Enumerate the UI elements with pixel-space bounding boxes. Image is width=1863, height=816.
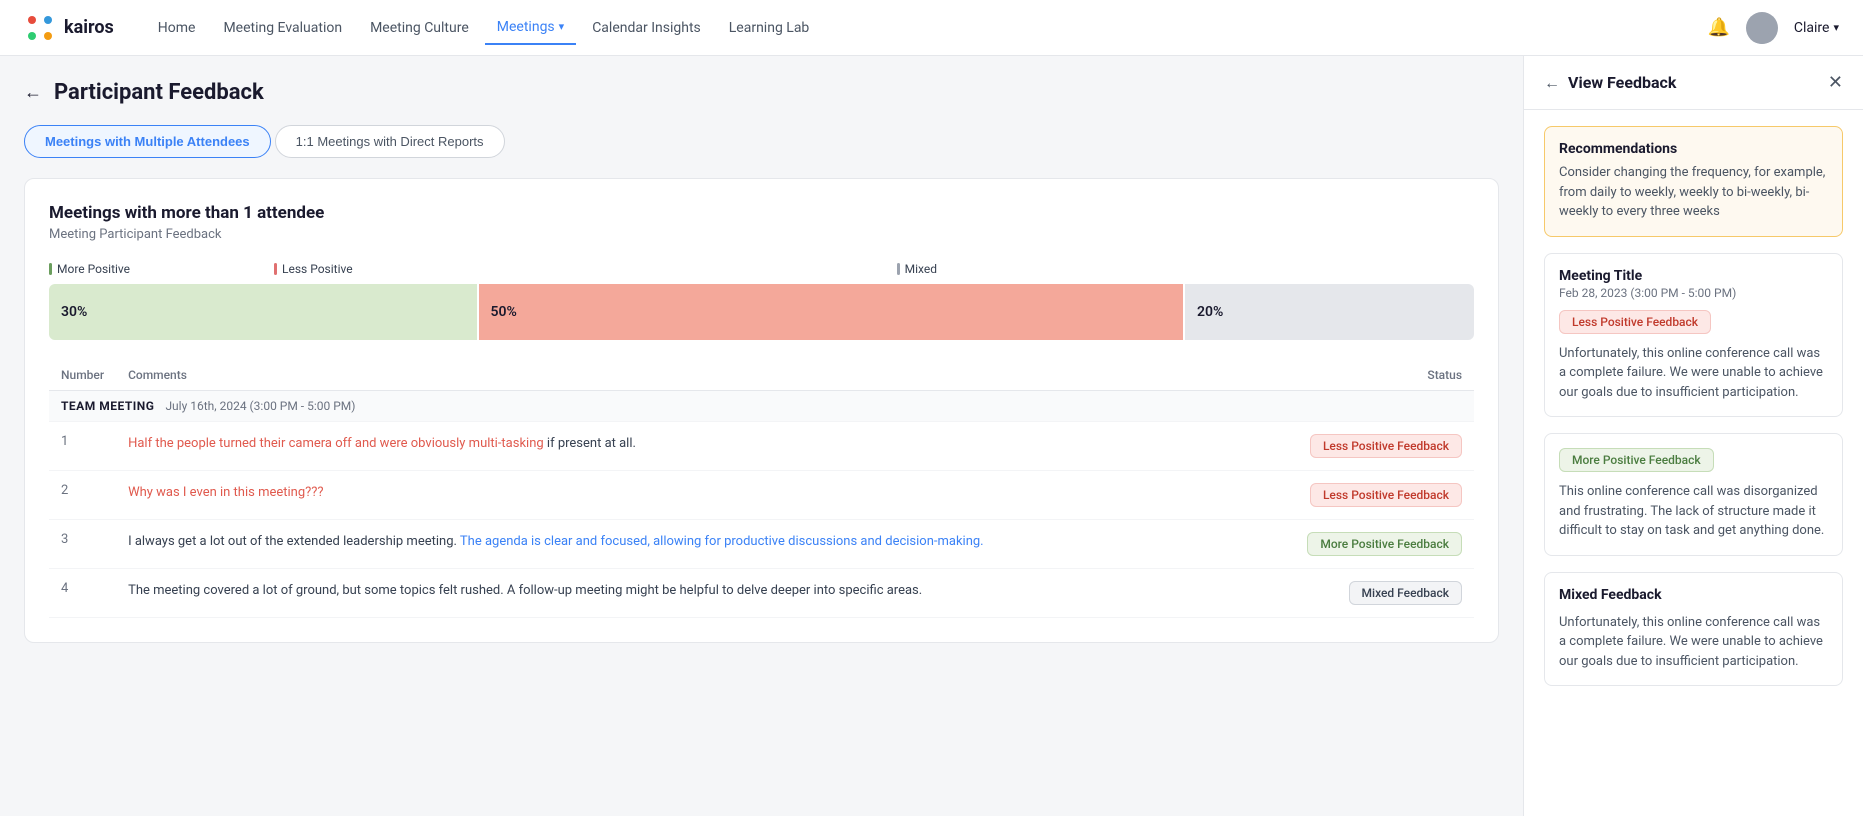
more-positive-indicator — [49, 263, 52, 275]
less-positive-indicator — [274, 263, 277, 275]
table-row: 4 The meeting covered a lot of ground, b… — [49, 569, 1474, 618]
page-header: ← Participant Feedback — [24, 80, 1499, 105]
row-1-status: Less Positive Feedback — [1274, 422, 1474, 471]
panel-body: Recommendations Consider changing the fr… — [1524, 110, 1863, 702]
bar-mixed: 20% — [1185, 284, 1474, 340]
sidebar-panel: ← View Feedback ✕ Recommendations Consid… — [1523, 56, 1863, 816]
feedback-item-2-text: This online conference call was disorgan… — [1559, 482, 1828, 541]
feedback-item-1-date: Feb 28, 2023 (3:00 PM - 5:00 PM) — [1559, 286, 1828, 300]
feedback-item-1-title: Meeting Title — [1559, 268, 1828, 284]
feedback-item-1-text: Unfortunately, this online conference ca… — [1559, 344, 1828, 403]
badge-more-positive: More Positive Feedback — [1307, 532, 1462, 556]
nav-learning-lab[interactable]: Learning Lab — [717, 12, 822, 44]
row-4-comment: The meeting covered a lot of ground, but… — [116, 569, 1274, 618]
row-2-status: Less Positive Feedback — [1274, 471, 1474, 520]
card-title: Meetings with more than 1 attendee — [49, 203, 1474, 223]
sidebar-badge-less-positive-1: Less Positive Feedback — [1559, 310, 1711, 334]
row-3-status: More Positive Feedback — [1274, 520, 1474, 569]
page-title: Participant Feedback — [54, 80, 264, 105]
avatar-image — [1746, 12, 1778, 44]
nav-right: 🔔 Claire ▾ — [1707, 12, 1839, 44]
notifications-bell-icon[interactable]: 🔔 — [1707, 17, 1729, 38]
row-1-highlight: Half the people turned their camera off … — [128, 436, 544, 451]
row-2-highlight: Why was I even in this meeting??? — [128, 485, 324, 500]
bar-chart: 30% 50% 20% — [49, 284, 1474, 340]
col-number: Number — [49, 360, 116, 391]
feedback-item-1: Meeting Title Feb 28, 2023 (3:00 PM - 5:… — [1544, 253, 1843, 418]
avatar — [1746, 12, 1778, 44]
chart-labels-row: More Positive Less Positive Mixed — [49, 262, 1474, 276]
table-body: TEAM MEETING July 16th, 2024 (3:00 PM - … — [49, 391, 1474, 618]
feedback-item-3-title: Mixed Feedback — [1559, 587, 1828, 603]
feedback-item-2: More Positive Feedback This online confe… — [1544, 433, 1843, 556]
panel-back-button[interactable]: ← — [1544, 73, 1560, 93]
main-content: ← Participant Feedback Meetings with Mul… — [0, 56, 1523, 816]
back-button[interactable]: ← — [24, 82, 42, 103]
top-navigation: kairos Home Meeting Evaluation Meeting C… — [0, 0, 1863, 56]
table-row: 1 Half the people turned their camera of… — [49, 422, 1474, 471]
chart-label-less-positive: Less Positive — [274, 262, 353, 276]
page-wrapper: ← Participant Feedback Meetings with Mul… — [0, 56, 1863, 816]
user-menu-chevron: ▾ — [1833, 21, 1839, 34]
user-menu[interactable]: Claire ▾ — [1794, 20, 1839, 36]
tab-direct-reports[interactable]: 1:1 Meetings with Direct Reports — [275, 125, 505, 158]
feedback-item-3-text: Unfortunately, this online conference ca… — [1559, 613, 1828, 672]
logo-text: kairos — [64, 17, 114, 38]
table-row: 2 Why was I even in this meeting??? Less… — [49, 471, 1474, 520]
row-2-comment: Why was I even in this meeting??? — [116, 471, 1274, 520]
bar-less-positive: 50% — [479, 284, 1184, 340]
bar-more-positive: 30% — [49, 284, 477, 340]
meeting-group-cell: TEAM MEETING July 16th, 2024 (3:00 PM - … — [49, 391, 1474, 422]
card-subtitle: Meeting Participant Feedback — [49, 227, 1474, 242]
badge-less-positive: Less Positive Feedback — [1310, 434, 1462, 458]
table-header: Number Comments Status — [49, 360, 1474, 391]
row-3-number: 3 — [49, 520, 116, 569]
nav-links: Home Meeting Evaluation Meeting Culture … — [146, 11, 1676, 45]
feedback-table: Number Comments Status TEAM MEETING July… — [49, 360, 1474, 618]
feedback-item-3: Mixed Feedback Mixed Feedback Unfortunat… — [1544, 572, 1843, 687]
row-3-comment: I always get a lot out of the extended l… — [116, 520, 1274, 569]
row-4-status: Mixed Feedback — [1274, 569, 1474, 618]
chart-label-more-positive: More Positive — [49, 262, 130, 276]
mixed-indicator — [897, 263, 900, 275]
panel-close-button[interactable]: ✕ — [1828, 72, 1843, 93]
tab-row: Meetings with Multiple Attendees 1:1 Mee… — [24, 125, 1499, 158]
nav-meetings[interactable]: Meetings ▾ — [485, 11, 576, 45]
row-1-comment: Half the people turned their camera off … — [116, 422, 1274, 471]
row-2-number: 2 — [49, 471, 116, 520]
badge-mixed: Mixed Feedback — [1349, 581, 1462, 605]
meeting-group-row: TEAM MEETING July 16th, 2024 (3:00 PM - … — [49, 391, 1474, 422]
panel-header: ← View Feedback ✕ — [1524, 56, 1863, 110]
logo[interactable]: kairos — [24, 12, 114, 44]
nav-home[interactable]: Home — [146, 12, 208, 44]
row-3-highlight: The agenda is clear and focused, allowin… — [460, 534, 984, 549]
chart-label-mixed: Mixed — [897, 262, 937, 276]
main-card: Meetings with more than 1 attendee Meeti… — [24, 178, 1499, 643]
recommendations-card: Recommendations Consider changing the fr… — [1544, 126, 1843, 237]
rec-title: Recommendations — [1559, 141, 1828, 157]
badge-less-positive: Less Positive Feedback — [1310, 483, 1462, 507]
nav-meeting-culture[interactable]: Meeting Culture — [358, 12, 481, 44]
meetings-dropdown-chevron: ▾ — [559, 20, 565, 33]
row-1-number: 1 — [49, 422, 116, 471]
kairos-logo-icon — [24, 12, 56, 44]
nav-calendar-insights[interactable]: Calendar Insights — [580, 12, 713, 44]
tab-multiple-attendees[interactable]: Meetings with Multiple Attendees — [24, 125, 271, 158]
table-row: 3 I always get a lot out of the extended… — [49, 520, 1474, 569]
row-4-number: 4 — [49, 569, 116, 618]
panel-title: ← View Feedback — [1544, 73, 1676, 93]
sidebar-badge-more-positive: More Positive Feedback — [1559, 448, 1714, 472]
col-status: Status — [1274, 360, 1474, 391]
nav-meeting-evaluation[interactable]: Meeting Evaluation — [211, 12, 354, 44]
rec-text: Consider changing the frequency, for exa… — [1559, 163, 1828, 222]
col-comments: Comments — [116, 360, 1274, 391]
